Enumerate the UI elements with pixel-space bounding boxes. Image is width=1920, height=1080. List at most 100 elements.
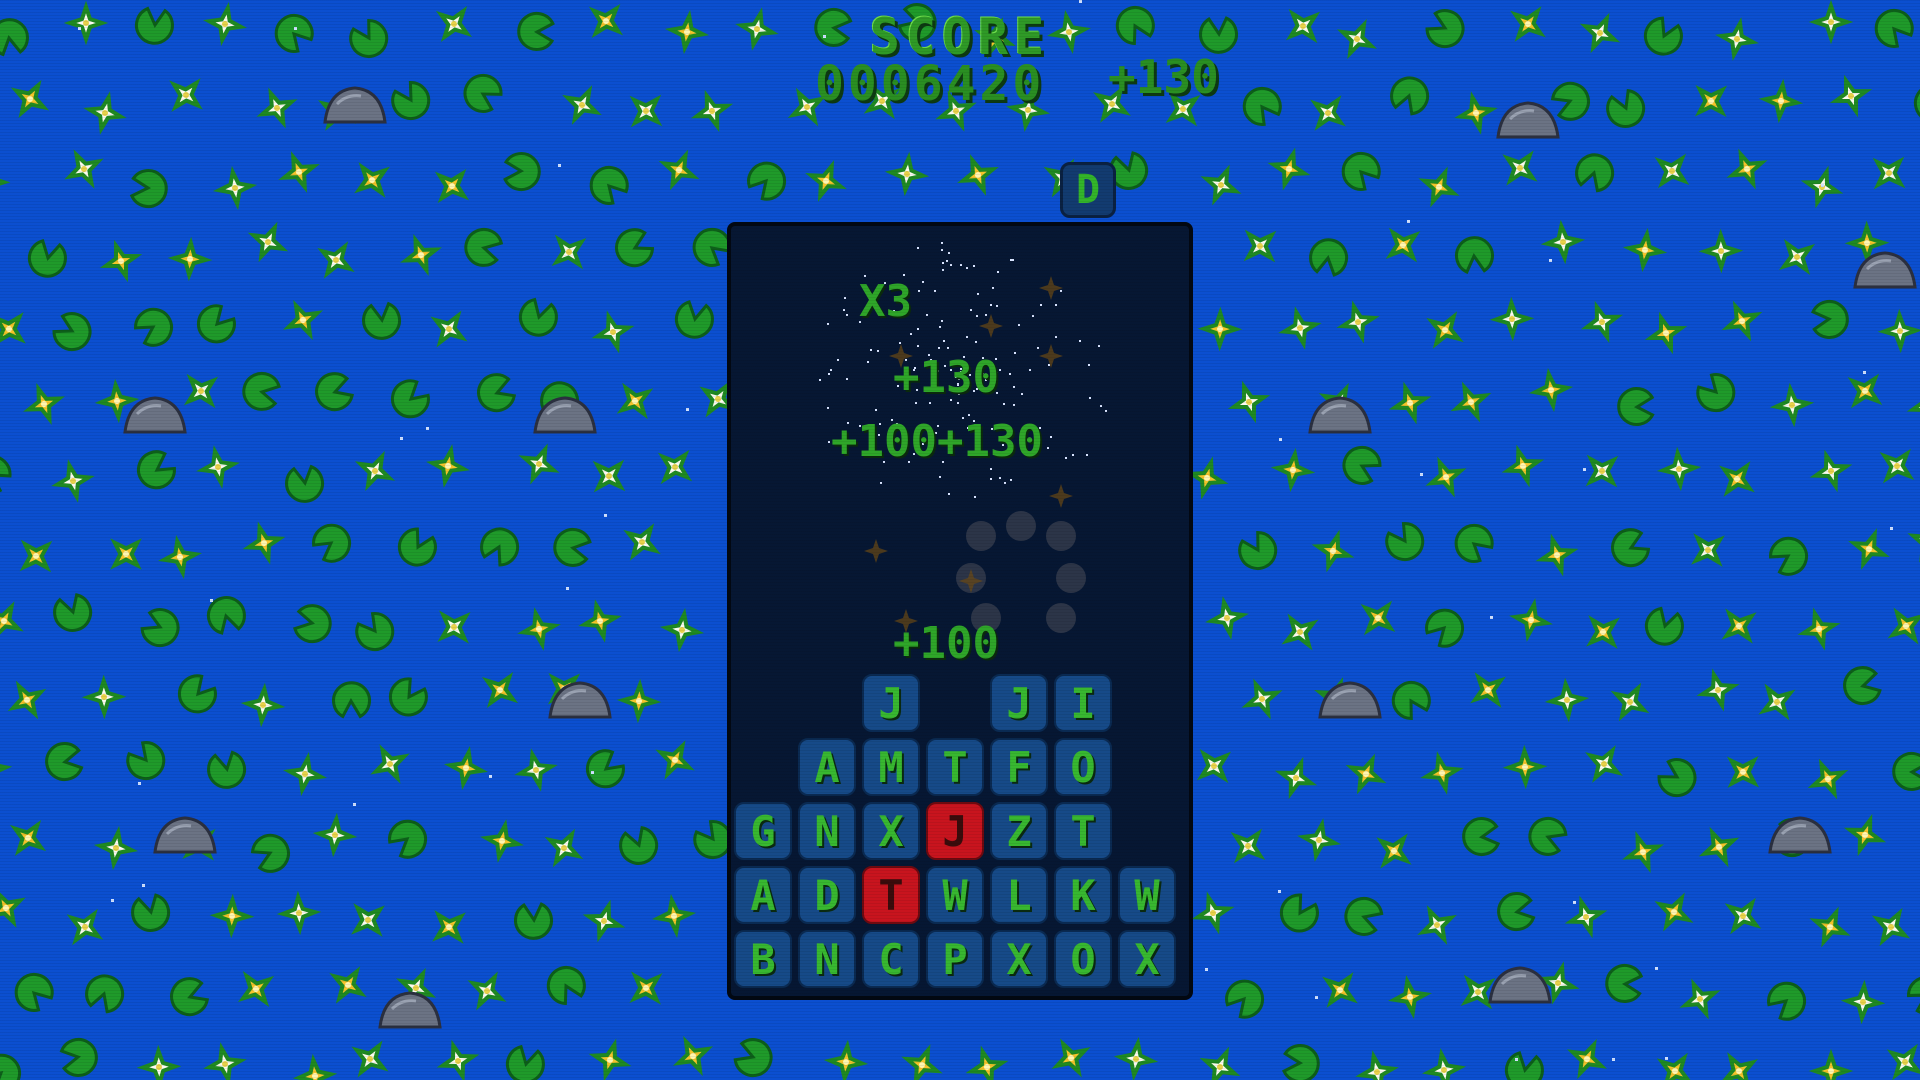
white-flower-icon [282,896,316,930]
letter-tile[interactable]: P [926,930,984,988]
sparkle-dot [426,427,429,430]
yellow-flower-icon [1508,750,1541,783]
letter-tile[interactable]: K [1054,866,1112,924]
white-flower-icon [621,86,671,136]
lily-pad-icon [37,734,92,789]
yellow-flower-icon [1369,826,1419,876]
letter-tile-selected[interactable]: J [926,802,984,860]
white-flower-icon [1775,235,1820,280]
lily-pad-icon [121,735,171,786]
letter-tile[interactable]: F [990,738,1048,796]
yellow-flower-icon [173,242,207,276]
lily-pad-icon [743,158,790,204]
lily-pad-icon [460,223,508,272]
lily-pad-icon [130,444,183,496]
letter-well[interactable]: X3 +130 +100+130 +100 JJIAMTFOGNXJZTADTW… [727,222,1193,1000]
particle [1018,324,1020,326]
lily-pad-icon [1642,15,1685,58]
letter-tile[interactable]: T [926,738,984,796]
lily-pad-icon [1762,530,1815,583]
letter-tile[interactable]: J [990,674,1048,732]
sparkle-dot [1612,1058,1615,1061]
lily-pad-icon [1231,524,1284,577]
letter-tile[interactable]: X [990,930,1048,988]
letter-tile[interactable]: J [862,674,920,732]
letter-tile[interactable]: N [798,802,856,860]
letter-tile[interactable]: A [734,866,792,924]
white-flower-icon [1813,4,1849,40]
lily-pad-icon [10,968,58,1017]
letter-tile[interactable]: X [862,802,920,860]
particle [966,336,968,338]
yellow-flower-icon [242,521,286,565]
particle [827,323,829,325]
letter-tile[interactable]: T [1054,802,1112,860]
lily-pad-icon [611,818,666,873]
white-flower-icon [1702,232,1740,270]
letter-tile[interactable]: O [1054,930,1112,988]
yellow-flower-icon [1501,444,1545,488]
particle [938,347,940,349]
lily-pad-icon [382,814,433,864]
letter-tile[interactable]: L [990,866,1048,924]
white-flower-icon [1752,677,1802,727]
letter-tile[interactable]: W [926,866,984,924]
lily-pad-icon [1236,81,1288,132]
yellow-flower-icon [1718,747,1768,797]
particle [880,482,882,484]
lily-pad-icon [1641,603,1688,650]
yellow-flower-icon [1650,888,1698,936]
letter-tile[interactable]: I [1054,674,1112,732]
sparkle-dot [1205,968,1208,971]
sparkle-dot [1655,967,1658,970]
letter-tile[interactable]: Z [990,802,1048,860]
yellow-flower-icon [1420,751,1464,795]
letter-tile[interactable]: B [734,930,792,988]
letter-tile[interactable]: A [798,738,856,796]
particle [1105,410,1107,412]
white-flower-icon [368,742,411,785]
yellow-flower-icon [1650,1046,1700,1080]
white-flower-icon [62,147,105,190]
letter-tile[interactable]: X [1118,930,1176,988]
white-flower-icon [1226,379,1272,425]
particle [1089,397,1091,399]
white-flower-icon [1423,1049,1465,1080]
yellow-flower-icon [1712,454,1762,504]
letter-tile-selected[interactable]: T [862,866,920,924]
letter-tile[interactable]: N [798,930,856,988]
letter-tile[interactable]: G [734,802,792,860]
sparkle-dot [111,899,114,902]
sparkle-dot [1278,890,1281,893]
lily-pad-icon [342,12,395,65]
yellow-flower-icon [234,967,279,1012]
letter-tile[interactable]: W [1118,866,1176,924]
white-flower-icon [1772,385,1812,425]
lily-pad-icon [507,893,560,947]
sparkle-dot [489,775,492,778]
particle [1079,340,1081,342]
white-flower-icon [1235,221,1285,271]
particle [1010,259,1012,261]
yellow-flower-icon [427,445,469,487]
white-flower-icon [354,450,397,493]
lily-pad-icon [515,293,562,341]
letter-tile[interactable]: C [862,930,920,988]
white-flower-icon [1278,1,1328,51]
letter-tile[interactable]: O [1054,738,1112,796]
particle [844,297,846,299]
sparkle-dot [1665,1057,1668,1060]
particle [877,350,879,352]
yellow-flower-icon [6,75,54,123]
lily-pad-icon [469,365,524,420]
letter-tile[interactable]: M [862,738,920,796]
yellow-flower-icon [323,960,373,1010]
white-flower-icon [584,451,634,501]
particle [939,476,941,478]
particle [1050,436,1052,438]
sparkle-dot [138,782,141,785]
white-flower-icon [1683,525,1733,575]
lily-pad-icon [199,742,254,797]
letter-tile[interactable]: D [798,866,856,924]
particle [946,260,948,262]
